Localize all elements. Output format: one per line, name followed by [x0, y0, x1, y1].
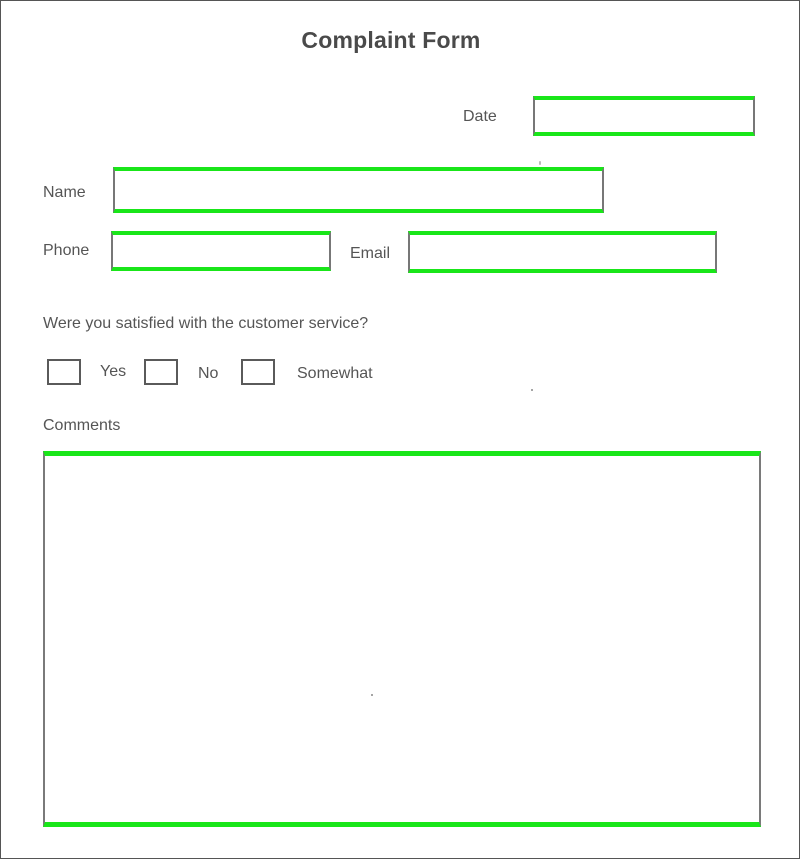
comments-label: Comments [43, 417, 121, 434]
form-page: Complaint Form Date Name Phone Email Wer… [0, 0, 800, 859]
scan-speck [371, 694, 373, 696]
yes-option-label: Yes [100, 363, 127, 380]
phone-label: Phone [43, 242, 90, 259]
somewhat-checkbox[interactable] [241, 359, 275, 385]
comments-textarea[interactable] [43, 451, 761, 827]
phone-field[interactable] [111, 231, 331, 271]
date-label: Date [463, 108, 497, 125]
date-field[interactable] [533, 96, 755, 136]
somewhat-option-label: Somewhat [297, 365, 373, 382]
scan-speck [539, 161, 541, 165]
yes-checkbox[interactable] [47, 359, 81, 385]
name-field[interactable] [113, 167, 604, 213]
name-label: Name [43, 184, 86, 201]
email-label: Email [350, 245, 391, 262]
email-field[interactable] [408, 231, 717, 273]
no-checkbox[interactable] [144, 359, 178, 385]
form-title: Complaint Form [301, 27, 481, 53]
no-option-label: No [198, 365, 219, 382]
satisfaction-question: Were you satisfied with the customer ser… [43, 315, 369, 332]
scan-speck [531, 389, 533, 391]
